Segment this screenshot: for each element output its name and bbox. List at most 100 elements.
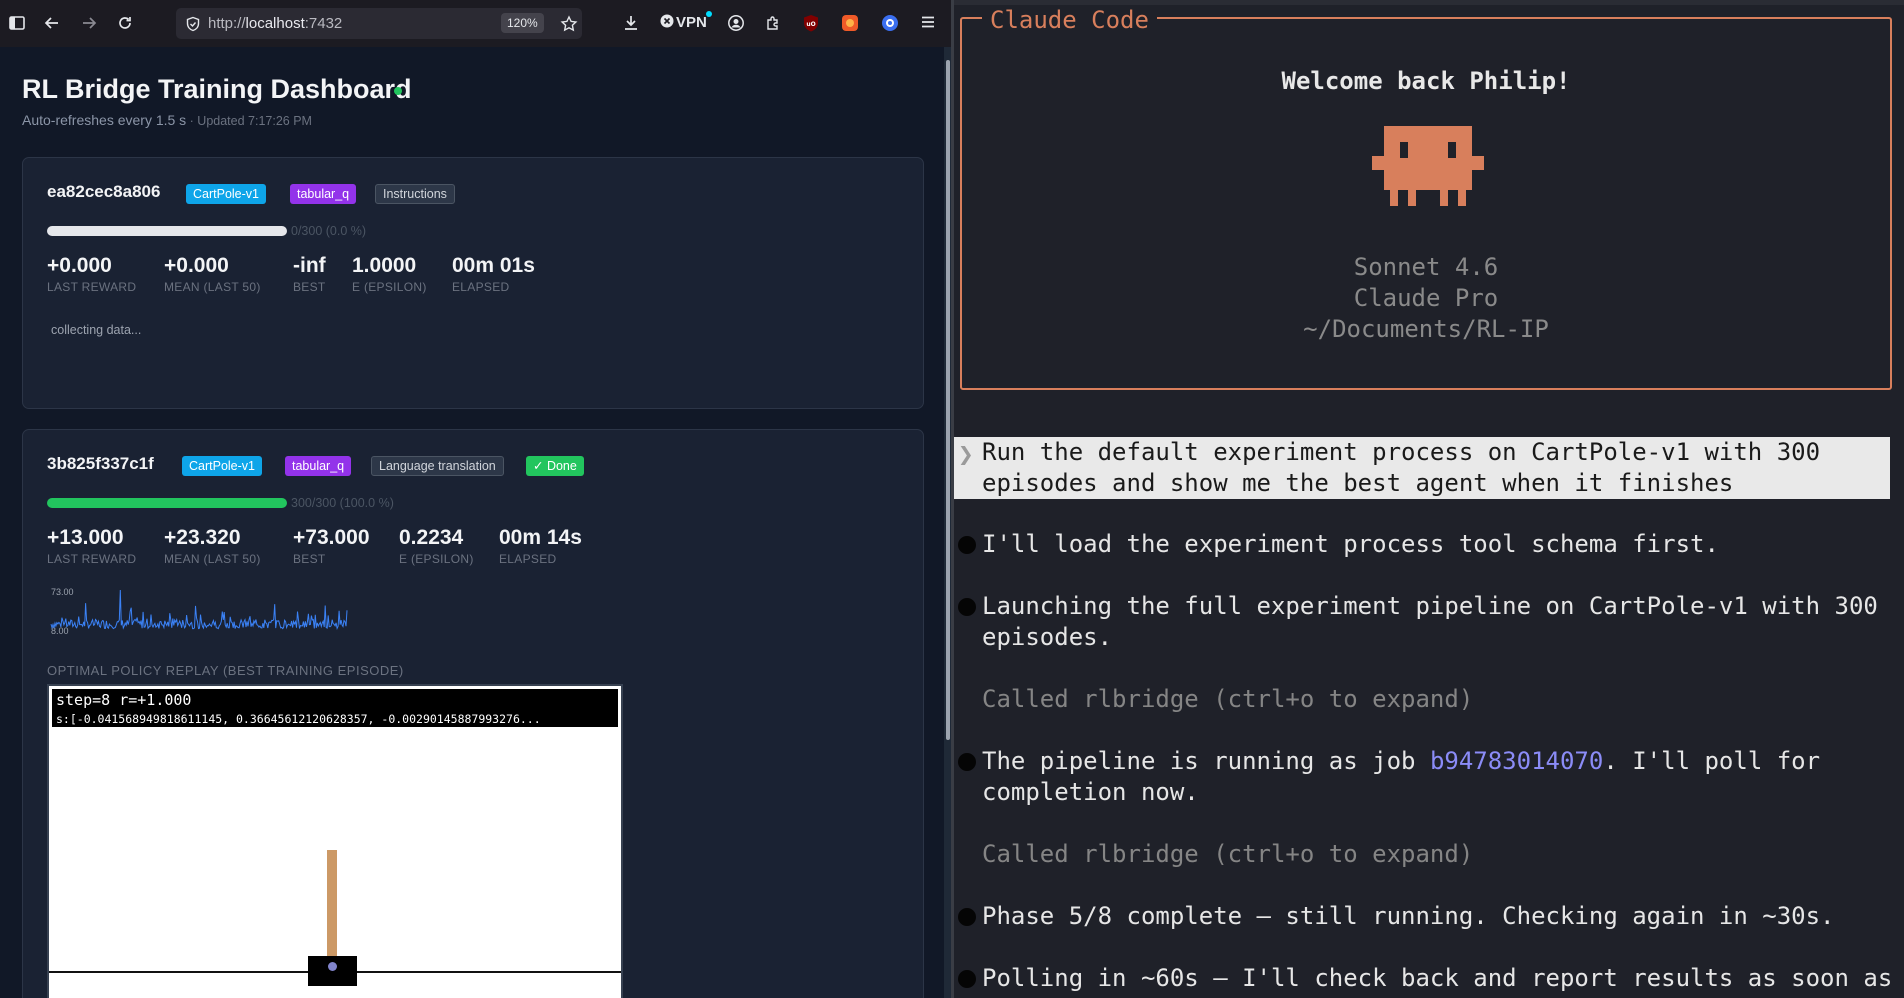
done-badge: ✓ Done: [526, 456, 584, 476]
url-bar[interactable]: http://localhost:7432 120%: [176, 8, 582, 39]
assistant-message: I'll load the experiment process tool sc…: [982, 530, 1719, 558]
stat-value: +0.000: [47, 254, 112, 277]
claude-code-terminal[interactable]: Claude Code Welcome back Philip! Sonnet …: [954, 0, 1904, 998]
stat-label: BEST: [293, 280, 326, 294]
message-bullet-icon: [958, 536, 976, 554]
welcome-box-title: Claude Code: [982, 6, 1157, 34]
run-card: 3b825f337c1f CartPole-v1 tabular_q Langu…: [22, 429, 924, 998]
updated-time: Updated 7:17:26 PM: [197, 114, 312, 128]
url-scheme: http://: [208, 15, 246, 32]
cartpole-axle: [328, 962, 337, 971]
model-name: Sonnet 4.6: [1353, 253, 1499, 281]
terminal-top-border: [954, 0, 1904, 5]
vpn-label[interactable]: VPN: [676, 13, 707, 33]
stat-value: 0.2234: [399, 526, 464, 549]
user-prompt-line: Run the default experiment process on Ca…: [982, 438, 1821, 466]
reward-sparkline: 73.00 8.00: [50, 587, 348, 636]
sidebar-toggle-icon[interactable]: [8, 14, 26, 32]
refresh-text: Auto-refreshes every 1.5 s: [22, 112, 187, 128]
stat-epsilon: 0.2234 Ε (EPSILON): [399, 526, 474, 566]
extension-blue-icon[interactable]: [881, 14, 899, 32]
stat-value: +73.000: [293, 526, 370, 549]
ublock-icon[interactable]: uO: [803, 14, 819, 32]
progress-fill: [47, 498, 287, 508]
message-bullet-icon: [958, 970, 976, 988]
stat-best: -inf BEST: [293, 254, 326, 294]
sparkline-path: [50, 589, 348, 631]
claude-mascot-icon: [1372, 126, 1484, 206]
replay-step-reward: step=8 r=+1.000: [56, 691, 192, 709]
run-id: 3b825f337c1f: [47, 454, 154, 473]
progress-text: 300/300 (100.0 %): [291, 496, 394, 510]
stat-label: MEAN (LAST 50): [164, 280, 261, 294]
stat-value: 1.0000: [352, 254, 417, 277]
account-icon[interactable]: [727, 14, 745, 32]
stat-label: MEAN (LAST 50): [164, 552, 261, 566]
stat-elapsed: 00m 14s ELAPSED: [499, 526, 582, 566]
stat-label: Ε (EPSILON): [352, 280, 427, 294]
prompt-chevron-icon: ❯: [958, 440, 974, 470]
assistant-message: episodes.: [982, 623, 1113, 651]
assistant-message: The pipeline is running as job b94783014…: [982, 746, 1820, 777]
assistant-message: Polling in ~60s — I'll check back and re…: [982, 964, 1893, 992]
cartpole-cart: [308, 956, 357, 986]
vpn-icon[interactable]: [660, 14, 674, 28]
live-status-dot: [394, 87, 402, 95]
url-host: localhost: [245, 15, 305, 32]
tool-call-collapsed[interactable]: Called rlbridge (ctrl+o to expand): [982, 684, 1473, 715]
stat-label: ELAPSED: [499, 552, 557, 566]
algo-badge: tabular_q: [290, 184, 357, 204]
progress-text: 0/300 (0.0 %): [291, 224, 367, 238]
env-badge: CartPole-v1: [182, 456, 262, 476]
progress-bar: [47, 226, 287, 236]
algo-badge: tabular_q: [285, 456, 352, 476]
assistant-message: Phase 5/8 complete — still running. Chec…: [982, 902, 1835, 930]
stat-last-reward: +13.000 LAST REWARD: [47, 526, 136, 566]
working-directory: ~/Documents/RL-IP: [1303, 315, 1549, 343]
plan-name: Claude Pro: [1353, 284, 1499, 312]
separator-dot: ·: [186, 114, 198, 128]
message-bullet-icon: [958, 753, 976, 771]
download-icon[interactable]: [622, 14, 640, 32]
welcome-message: Welcome back Philip!: [1281, 67, 1571, 95]
stat-value: 00m 01s: [452, 254, 535, 277]
tag-badge: Instructions: [375, 184, 455, 204]
reload-icon[interactable]: [116, 14, 134, 32]
stat-value: +13.000: [47, 526, 124, 549]
stat-mean: +23.320 MEAN (LAST 50): [164, 526, 261, 566]
stat-value: +23.320: [164, 526, 241, 549]
stat-label: LAST REWARD: [47, 280, 137, 294]
forward-icon[interactable]: [80, 14, 98, 32]
collecting-status: collecting data...: [51, 323, 142, 337]
policy-replay-canvas: step=8 r=+1.000 s:[-0.041568949818611145…: [47, 684, 623, 998]
page-scrollbar-thumb[interactable]: [946, 60, 950, 740]
stat-label: Ε (EPSILON): [399, 552, 474, 566]
stat-epsilon: 1.0000 Ε (EPSILON): [352, 254, 427, 294]
user-prompt-line: episodes and show me the best agent when…: [982, 469, 1734, 497]
url-port: :7432: [304, 15, 343, 32]
message-text: . I'll poll for: [1603, 747, 1821, 775]
menu-icon[interactable]: [920, 14, 936, 30]
replay-state-vector: s:[-0.041568949818611145, 0.366456121206…: [56, 712, 541, 726]
bookmark-star-icon[interactable]: [560, 15, 578, 33]
extension-orange-icon[interactable]: [841, 14, 859, 32]
url-text[interactable]: http://localhost:7432: [208, 15, 342, 32]
stat-last-reward: +0.000 LAST REWARD: [47, 254, 136, 294]
dashboard-title: RL Bridge Training Dashboard: [22, 74, 412, 104]
env-badge: CartPole-v1: [186, 184, 266, 204]
assistant-message: Launching the full experiment pipeline o…: [982, 592, 1878, 620]
zoom-indicator[interactable]: 120%: [501, 13, 544, 33]
job-id-link[interactable]: b94783014070: [1430, 747, 1603, 775]
message-text: The pipeline is running as job: [982, 747, 1430, 775]
stat-label: ELAPSED: [452, 280, 510, 294]
extensions-icon[interactable]: [764, 14, 782, 32]
browser-toolbar: http://localhost:7432 120% VPN uO: [0, 0, 951, 47]
back-icon[interactable]: [43, 14, 61, 32]
progress-bar: [47, 498, 287, 508]
svg-text:uO: uO: [806, 21, 815, 28]
message-bullet-icon: [958, 598, 976, 616]
tool-call-collapsed[interactable]: Called rlbridge (ctrl+o to expand): [982, 839, 1473, 870]
site-info-icon[interactable]: [185, 16, 201, 32]
message-bullet-icon: [958, 908, 976, 926]
vpn-status-dot: [706, 11, 712, 17]
